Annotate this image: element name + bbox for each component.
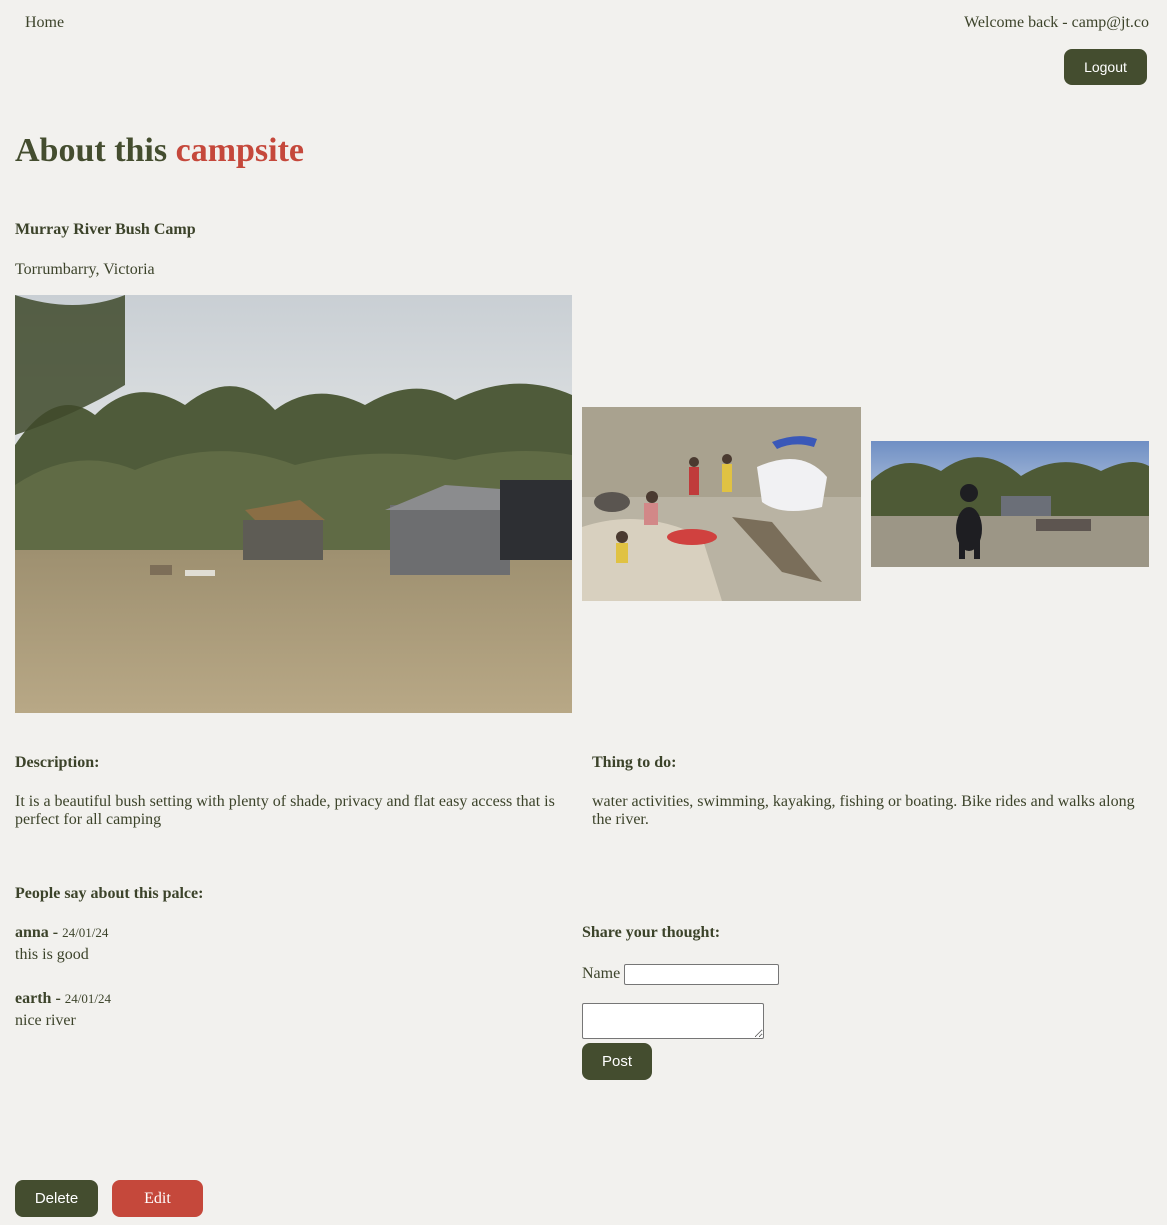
review-item: anna - 24/01/24 this is good bbox=[15, 924, 108, 964]
page-title-part1: About this bbox=[15, 132, 176, 169]
review-separator: - bbox=[51, 990, 65, 1007]
review-item: earth - 24/01/24 nice river bbox=[15, 990, 111, 1030]
campsite-name: Murray River Bush Camp bbox=[15, 221, 196, 238]
nav-home-link[interactable]: Home bbox=[25, 14, 64, 32]
delete-button[interactable]: Delete bbox=[15, 1180, 98, 1217]
reviews-heading: People say about this palce: bbox=[15, 885, 204, 902]
review-separator: - bbox=[48, 924, 63, 941]
welcome-text: Welcome back - camp@jt.co bbox=[964, 14, 1149, 31]
review-date: 24/01/24 bbox=[62, 925, 109, 940]
campsite-main-photo bbox=[15, 295, 572, 713]
page-title-accent: campsite bbox=[175, 132, 305, 169]
edit-button[interactable]: Edit bbox=[112, 1180, 203, 1217]
comment-textarea[interactable] bbox=[582, 1003, 764, 1039]
things-to-do-heading: Thing to do: bbox=[592, 754, 677, 771]
review-author: anna bbox=[15, 924, 49, 941]
review-comment: this is good bbox=[15, 946, 89, 963]
campsite-location: Torrumbarry, Victoria bbox=[15, 261, 155, 278]
review-date: 24/01/24 bbox=[64, 991, 111, 1006]
logout-button[interactable]: Logout bbox=[1064, 49, 1147, 85]
campsite-river-photo bbox=[582, 407, 861, 601]
post-button[interactable]: Post bbox=[582, 1043, 652, 1080]
campsite-dog-photo bbox=[871, 441, 1149, 567]
review-comment: nice river bbox=[15, 1012, 76, 1029]
description-text: It is a beautiful bush setting with plen… bbox=[15, 793, 555, 828]
name-input[interactable] bbox=[624, 964, 779, 985]
things-to-do-text: water activities, swimming, kayaking, fi… bbox=[592, 793, 1135, 828]
description-heading: Description: bbox=[15, 754, 100, 771]
name-label: Name bbox=[582, 965, 621, 982]
page-title: About this campsite bbox=[15, 132, 304, 170]
share-heading: Share your thought: bbox=[582, 924, 721, 941]
review-author: earth bbox=[15, 990, 52, 1007]
